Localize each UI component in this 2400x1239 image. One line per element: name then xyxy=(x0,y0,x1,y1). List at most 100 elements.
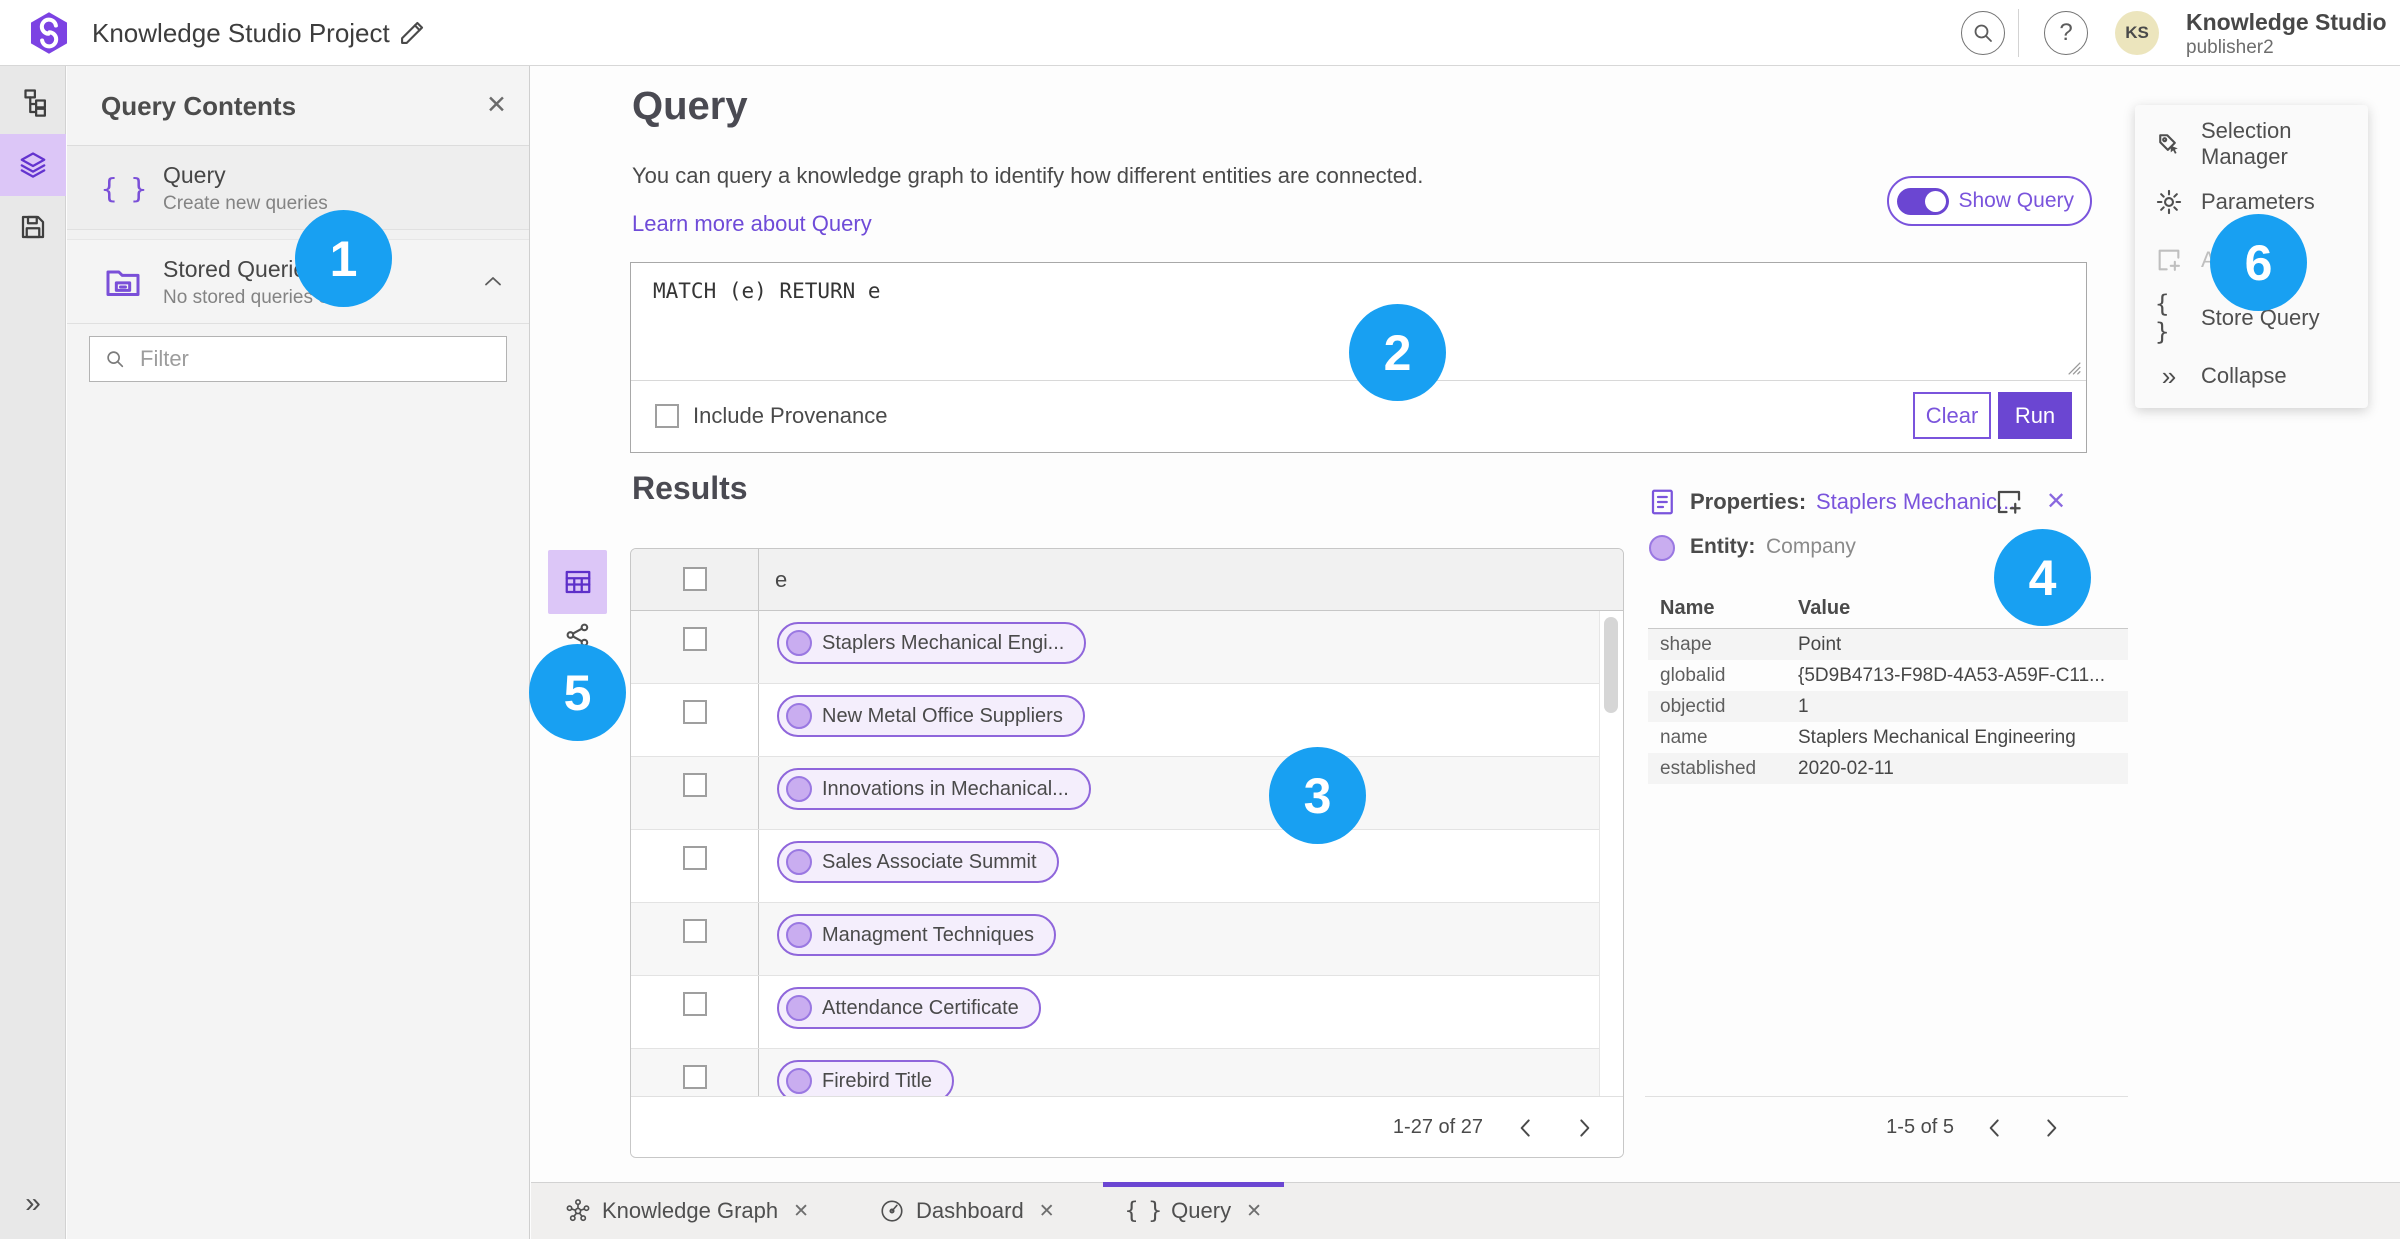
include-provenance-label: Include Provenance xyxy=(693,402,888,428)
annotation-badge-1: 1 xyxy=(295,210,392,307)
scrollbar-thumb[interactable] xyxy=(1604,617,1618,713)
prev-page-button[interactable] xyxy=(1513,1114,1541,1142)
properties-range-label: 1-5 of 5 xyxy=(1886,1116,1954,1138)
results-range-label: 1-27 of 27 xyxy=(1392,1116,1483,1138)
row-checkbox[interactable] xyxy=(683,1065,707,1089)
property-row: objectid 1 xyxy=(1648,691,2128,722)
table-view-button[interactable] xyxy=(548,550,607,614)
filter-search-icon xyxy=(107,351,124,368)
entity-pill[interactable]: Innovations in Mechanical... xyxy=(777,768,1091,810)
chevron-right-icon xyxy=(2047,1118,2057,1137)
sidebar-item-query[interactable]: { } Query Create new queries xyxy=(67,146,529,230)
knowledge-studio-app: Knowledge Studio Project ? KS Knowledge … xyxy=(0,0,2400,1239)
entity-pill[interactable]: New Metal Office Suppliers xyxy=(777,695,1085,737)
entity-dot-icon xyxy=(1649,535,1675,561)
entity-pill[interactable]: Attendance Certificate xyxy=(777,987,1041,1029)
filter-field xyxy=(89,336,507,382)
table-row: New Metal Office Suppliers xyxy=(631,684,1623,757)
tab-dashboard[interactable]: Dashboard ✕ xyxy=(857,1183,1077,1239)
menu-item-collapse[interactable]: » Collapse xyxy=(2135,347,2368,405)
entity-pill[interactable]: Firebird Title xyxy=(777,1060,955,1096)
results-title: Results xyxy=(632,470,748,506)
properties-icon xyxy=(1648,487,1678,517)
knowledge-graph-icon xyxy=(565,1198,591,1224)
rail-item-hierarchy[interactable] xyxy=(0,72,66,134)
prev-page-button[interactable] xyxy=(1982,1114,2010,1142)
table-icon xyxy=(565,570,590,594)
row-checkbox[interactable] xyxy=(683,919,707,943)
stored-queries-folder-icon xyxy=(99,258,147,306)
include-provenance-checkbox[interactable] xyxy=(655,403,679,428)
properties-entity-link[interactable]: Staplers Mechanic... xyxy=(1816,489,2015,515)
expand-rail-button[interactable]: » xyxy=(0,1187,66,1219)
edit-title-icon[interactable] xyxy=(398,19,426,47)
properties-table: Name Value shape Point globalid {5D9B4713-… xyxy=(1648,597,2128,784)
tab-query[interactable]: { } Query ✕ xyxy=(1102,1182,1284,1239)
property-row: name Staplers Mechanical Engineering xyxy=(1660,726,2076,748)
close-tab-icon[interactable]: ✕ xyxy=(1246,1200,1262,1223)
left-icon-rail: » xyxy=(0,66,66,1239)
entity-dot-icon xyxy=(786,630,812,656)
rail-item-save[interactable] xyxy=(0,196,66,258)
annotation-badge-3: 3 xyxy=(1269,747,1366,844)
row-checkbox[interactable] xyxy=(683,627,707,651)
entity-dot-icon xyxy=(786,1068,812,1094)
table-row: Managment Techniques xyxy=(631,903,1623,976)
square-plus-icon xyxy=(2155,246,2183,274)
learn-more-link[interactable]: Learn more about Query xyxy=(632,211,872,237)
row-checkbox[interactable] xyxy=(683,700,707,724)
braces-icon: { } xyxy=(2155,290,2169,346)
avatar[interactable]: KS xyxy=(2115,11,2159,55)
chevron-up-icon[interactable] xyxy=(481,270,505,294)
entity-pill[interactable]: Sales Associate Summit xyxy=(777,841,1059,883)
close-panel-icon[interactable]: ✕ xyxy=(486,90,507,120)
annotation-badge-2: 2 xyxy=(1349,304,1446,401)
double-chevron-right-icon: » xyxy=(2161,361,2177,391)
menu-item-selection-manager[interactable]: Selection Manager xyxy=(2135,115,2368,173)
active-tab-indicator xyxy=(1102,1182,1284,1187)
results-pagination: 1-27 of 27 xyxy=(631,1096,1623,1157)
add-to-selection-button[interactable] xyxy=(1994,487,2024,517)
rail-item-layers[interactable] xyxy=(0,134,66,196)
page-title: Query xyxy=(632,84,748,128)
close-properties-icon[interactable]: ✕ xyxy=(2046,487,2066,516)
chevron-left-icon xyxy=(1989,1118,1999,1137)
table-row: Sales Associate Summit xyxy=(631,830,1623,903)
entity-dot-icon xyxy=(786,995,812,1021)
close-tab-icon[interactable]: ✕ xyxy=(1039,1200,1055,1223)
tab-knowledge-graph[interactable]: Knowledge Graph ✕ xyxy=(543,1183,831,1239)
document-tab-bar: Knowledge Graph ✕ Dashboard ✕ { } Query … xyxy=(531,1182,2400,1239)
help-button[interactable]: ? xyxy=(2044,11,2088,55)
row-checkbox[interactable] xyxy=(683,773,707,797)
toggle-switch xyxy=(1897,187,1950,215)
panel-title: Query Contents xyxy=(101,91,297,121)
close-tab-icon[interactable]: ✕ xyxy=(793,1200,809,1223)
save-icon xyxy=(21,215,45,239)
row-checkbox[interactable] xyxy=(683,846,707,870)
clear-button[interactable]: Clear xyxy=(1913,392,1991,439)
gear-icon xyxy=(2155,188,2183,216)
entity-pill[interactable]: Managment Techniques xyxy=(777,914,1056,956)
name-column-header: Name xyxy=(1660,597,1715,619)
entity-pill[interactable]: Staplers Mechanical Engi... xyxy=(777,622,1087,664)
filter-input[interactable] xyxy=(140,346,500,372)
next-page-button[interactable] xyxy=(1571,1114,1599,1142)
selection-manager-icon xyxy=(2155,130,2183,158)
search-button[interactable] xyxy=(1961,11,2005,55)
entity-dot-icon xyxy=(786,849,812,875)
properties-label: Properties: xyxy=(1690,489,1807,514)
entity-dot-icon xyxy=(786,776,812,802)
project-title: Knowledge Studio Project xyxy=(92,18,390,48)
select-all-checkbox[interactable] xyxy=(683,567,707,591)
next-page-button[interactable] xyxy=(2038,1114,2066,1142)
show-query-toggle[interactable]: Show Query xyxy=(1887,176,2092,226)
row-checkbox[interactable] xyxy=(683,992,707,1016)
search-icon xyxy=(1974,24,1992,42)
entity-dot-icon xyxy=(786,703,812,729)
run-button[interactable]: Run xyxy=(1998,392,2072,439)
results-table-header: e xyxy=(631,549,1623,611)
square-plus-icon xyxy=(1997,490,2021,514)
resize-handle[interactable] xyxy=(2068,362,2082,376)
entity-dot-icon xyxy=(786,922,812,948)
results-table-body: Staplers Mechanical Engi... New Metal Of… xyxy=(631,611,1623,1096)
